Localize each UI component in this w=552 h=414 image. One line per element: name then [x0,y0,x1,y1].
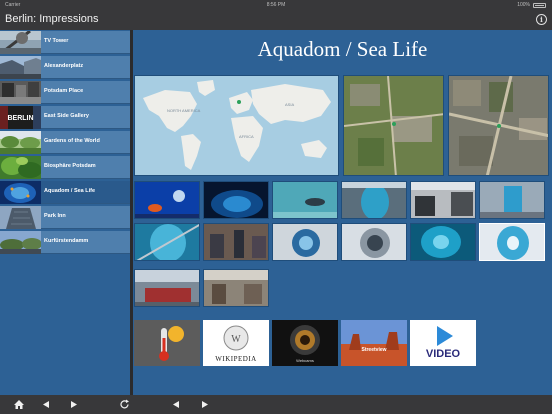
svg-text:W: W [231,334,241,345]
home-icon[interactable] [13,399,25,410]
sidebar-item-label: Kurfürstendamm [44,238,89,244]
photo-thumbnail[interactable] [410,181,476,219]
east-side-gallery-thumbnail: BERLIN [0,106,41,129]
weather-button[interactable] [134,320,200,366]
battery-icon [533,2,546,8]
photo-thumbnail[interactable] [272,223,338,261]
app-title: Berlin: Impressions [5,13,99,25]
detail-panel: Aquadom / Sea Life NORTH AMERICA ASIA AF… [133,30,552,395]
page-title: Aquadom / Sea Life [257,37,428,61]
sidebar-item-label: East Side Gallery [44,113,89,119]
navigation-bar: Berlin: Impressions i [0,10,552,30]
sidebar-item-label: TV Tower [44,38,69,44]
gardens-thumbnail [0,131,41,154]
sidebar-item-label: Park Inn [44,213,66,219]
sidebar: TV Tower Alexanderplatz Potsdam Place BE… [0,30,130,395]
aquadom-thumbnail [0,181,41,204]
bottom-toolbar [0,395,552,414]
sidebar-item-label: Biosphäre Potsdam [44,163,96,169]
photo-thumbnail[interactable] [203,269,269,307]
gallery-wall-text: BERLIN [7,115,33,122]
photo-thumbnail[interactable] [341,223,407,261]
sidebar-item-tv-tower[interactable]: TV Tower [0,31,130,54]
battery-indicator: 100% [517,0,546,10]
photo-thumbnail[interactable] [134,181,200,219]
video-button[interactable]: VIDEO [410,320,476,366]
photo-thumbnail[interactable] [203,223,269,261]
kurfuerstendamm-thumbnail [0,231,41,254]
battery-percent: 100% [517,2,530,8]
wikipedia-label: Wikipedia [215,355,257,363]
triangle-left-icon[interactable] [40,399,52,410]
triangle-right-icon[interactable] [68,399,80,410]
park-inn-thumbnail [0,206,41,229]
map-label-africa: AFRICA [239,134,254,139]
photo-thumbnail[interactable] [134,269,200,307]
sidebar-item-aquadom-sea-life[interactable]: Aquadom / Sea Life [0,181,130,204]
world-map[interactable]: NORTH AMERICA ASIA AFRICA [134,75,339,176]
sidebar-item-east-side-gallery[interactable]: BERLIN East Side Gallery [0,106,130,129]
map-label-north-america: NORTH AMERICA [167,108,201,113]
sidebar-item-label: Potsdam Place [44,88,84,94]
triangle-left-icon[interactable] [170,399,182,410]
webcams-button[interactable]: Webcams [272,320,338,366]
sidebar-item-kurfuerstendamm[interactable]: Kurfürstendamm [0,231,130,254]
sidebar-item-label: Gardens of the World [44,138,100,144]
sidebar-item-label: Aquadom / Sea Life [44,188,96,194]
sidebar-item-label: Alexanderplatz [44,63,84,69]
status-bar: Carrier 8:56 PM 100% [0,0,552,10]
biosphaere-thumbnail [0,156,41,179]
streetview-button[interactable]: Streetview [341,320,407,366]
photo-thumbnail[interactable] [272,181,338,219]
potsdam-place-thumbnail [0,81,41,104]
satellite-map-street[interactable] [448,75,549,176]
sun-icon [168,326,184,342]
sidebar-item-biosphaere-potsdam[interactable]: Biosphäre Potsdam [0,156,130,179]
triangle-right-icon[interactable] [199,399,211,410]
alexanderplatz-thumbnail [0,56,41,79]
wikipedia-button[interactable]: W Wikipedia [203,320,269,366]
info-icon[interactable]: i [536,14,547,25]
streetview-label: Streetview [361,347,387,353]
webcams-label: Webcams [296,358,314,363]
map-label-asia: ASIA [285,102,294,107]
photo-thumbnail[interactable] [203,181,269,219]
photo-thumbnail[interactable] [479,223,545,261]
sidebar-item-potsdam-place[interactable]: Potsdam Place [0,81,130,104]
sidebar-item-gardens-of-the-world[interactable]: Gardens of the World [0,131,130,154]
satellite-map-region[interactable] [343,75,444,176]
sidebar-item-park-inn[interactable]: Park Inn [0,206,130,229]
photo-thumbnail[interactable] [134,223,200,261]
photo-thumbnail[interactable] [479,181,545,219]
refresh-icon[interactable] [119,399,131,410]
sidebar-item-alexanderplatz[interactable]: Alexanderplatz [0,56,130,79]
video-label: VIDEO [425,348,461,360]
photo-thumbnail[interactable] [341,181,407,219]
location-marker-icon [237,100,241,104]
tv-tower-thumbnail [0,31,41,54]
clock: 8:56 PM [266,2,286,8]
photo-thumbnail[interactable] [410,223,476,261]
